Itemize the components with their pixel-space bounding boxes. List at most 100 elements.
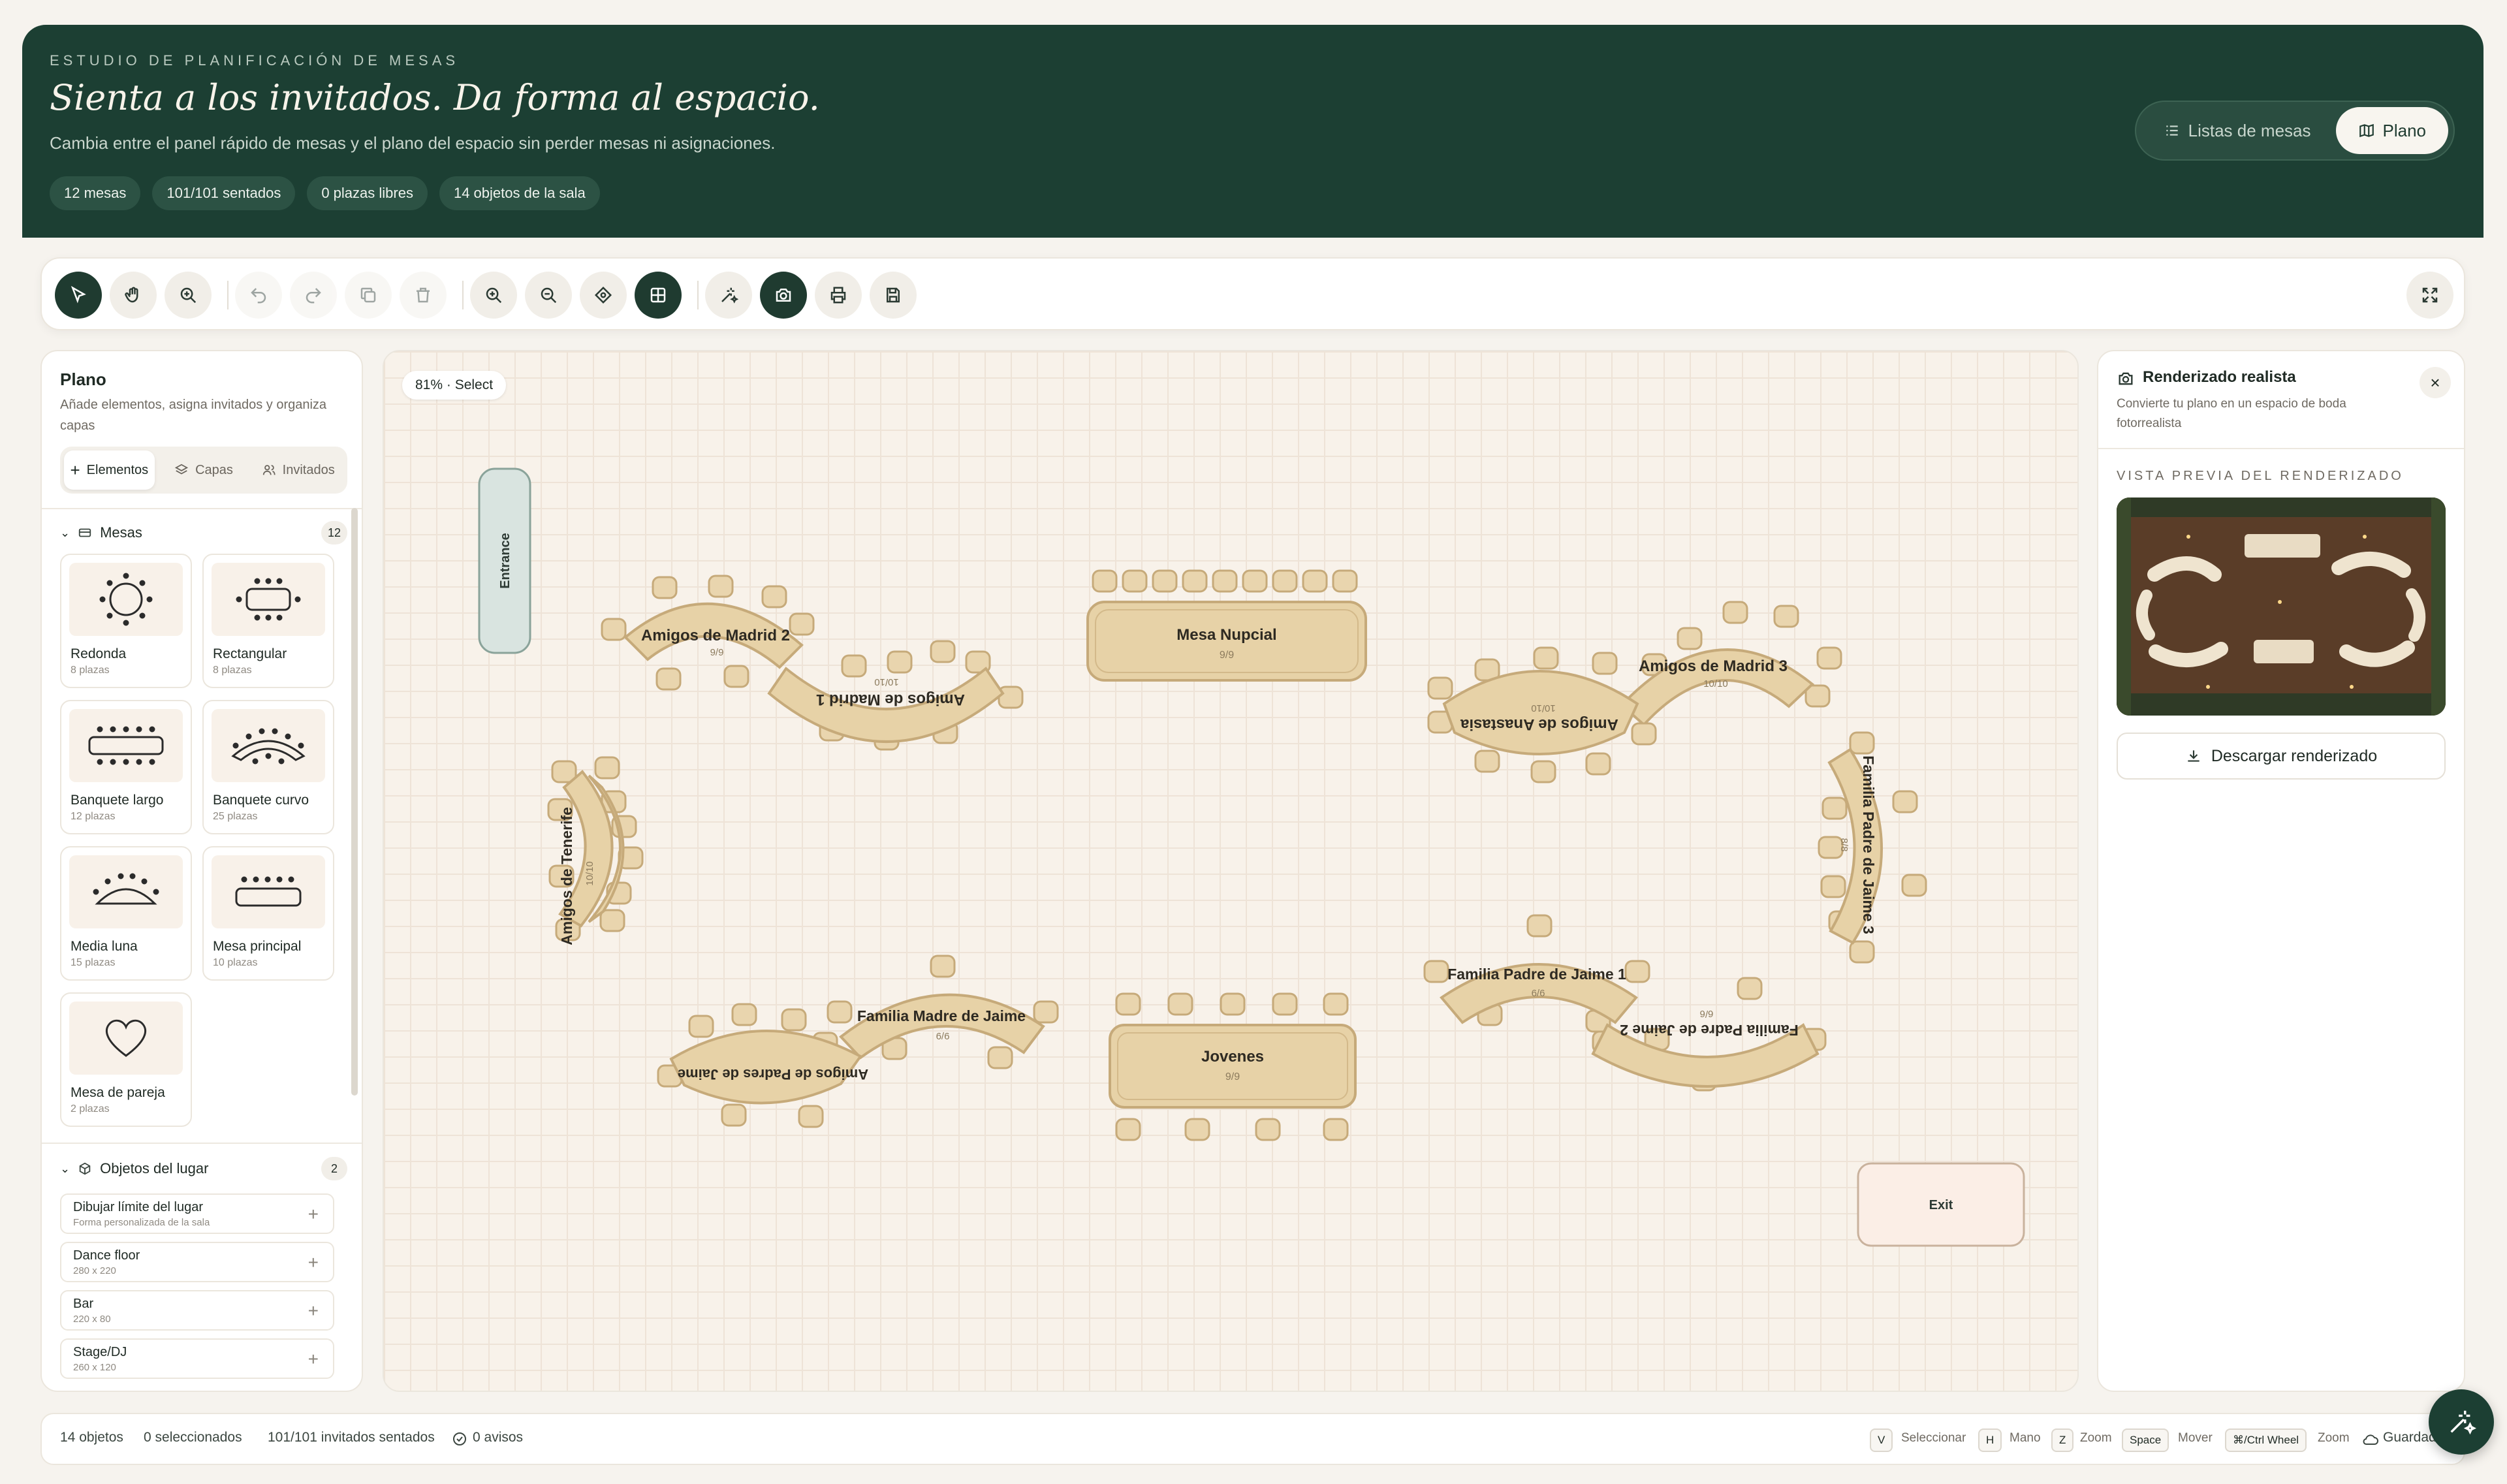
plus-icon[interactable]: + (308, 1204, 319, 1225)
table-amigos-de-madrid-2[interactable]: Amigos de Madrid 2 9/9 (601, 575, 815, 691)
elements-panel: Plano Añade elementos, asigna invitados … (40, 350, 363, 1392)
tables-section-header[interactable]: ⌄ Mesas 12 (60, 520, 347, 546)
panel-title: Plano (60, 370, 106, 389)
table-type-seats: 25 plazas (213, 811, 258, 822)
render-camera-button[interactable] (760, 272, 807, 319)
download-render-button[interactable]: Descargar renderizado (2117, 733, 2446, 780)
table-type-seats: 12 plazas (71, 811, 116, 822)
objects-section-header[interactable]: ⌄ Objetos del lugar 2 (60, 1156, 347, 1182)
shortcut-label: Zoom (2318, 1431, 2350, 1445)
grid-toggle-button[interactable] (635, 272, 682, 319)
entrance-label: Entrance (498, 533, 512, 589)
entrance-object[interactable]: Entrance (478, 467, 531, 654)
floor-plan-canvas[interactable]: Entrance Exit Mesa Nupcial 9/9 Jovenes 9… (383, 350, 2079, 1392)
hand-tool-button[interactable] (110, 272, 157, 319)
tab-elements[interactable]: + Elementos (64, 450, 155, 490)
table-jovenes[interactable]: Jovenes 9/9 (1109, 992, 1357, 1141)
undo-icon (251, 288, 266, 304)
object-item-venue-boundary[interactable]: Dibujar límite del lugar Forma personali… (60, 1193, 334, 1234)
object-item-bar[interactable]: Bar 220 x 80 + (60, 1290, 334, 1331)
print-button[interactable] (815, 272, 862, 319)
table-type-curved-banquet[interactable]: Banquete curvo 25 plazas (202, 700, 334, 834)
exit-object[interactable]: Exit (1857, 1162, 2025, 1247)
zoom-mode-indicator: 81% · Select (402, 371, 507, 400)
long-banquet-icon (69, 709, 183, 782)
table-amigos-de-madrid-3[interactable]: Amigos de Madrid 3 10/10 (1620, 601, 1842, 727)
table-familia-padre-de-jaime-1[interactable]: Familia Padre de Jaime 1 6/6 (1423, 914, 1650, 1033)
table-type-half-moon[interactable]: Media luna 15 plazas (60, 846, 192, 981)
plus-icon[interactable]: + (308, 1252, 319, 1273)
cursor-icon (71, 285, 86, 304)
head-table-icon (212, 855, 325, 928)
toolbar-divider (462, 281, 464, 309)
list-icon (2166, 125, 2178, 136)
table-name: Familia Padre de Jaime 3 (1860, 755, 1877, 934)
object-item-dance-floor[interactable]: Dance floor 280 x 220 + (60, 1242, 334, 1282)
view-lists-button[interactable]: Listas de mesas (2141, 107, 2333, 154)
table-name: Familia Madre de Jaime (857, 1007, 1026, 1024)
panel-scrollbar[interactable] (351, 508, 358, 1096)
table-type-name: Mesa de pareja (71, 1085, 165, 1100)
assistant-fab-button[interactable] (2429, 1389, 2494, 1455)
table-type-round[interactable]: Redonda 8 plazas (60, 554, 192, 688)
table-type-name: Banquete curvo (213, 793, 309, 808)
table-seats: 6/6 (1532, 988, 1545, 999)
layers-icon (174, 464, 189, 475)
select-tool-button[interactable] (55, 272, 102, 319)
duplicate-button[interactable] (345, 272, 392, 319)
zoom-tool-button[interactable] (165, 272, 212, 319)
plus-icon[interactable]: + (308, 1301, 319, 1321)
table-amigos-de-madrid-1[interactable]: Amigos de Madrid 1 10/10 (767, 640, 1024, 751)
table-mesa-nupcial[interactable]: Mesa Nupcial 9/9 (1086, 569, 1367, 682)
zoom-out-button[interactable] (525, 272, 572, 319)
table-name: Amigos de Madrid 3 (1639, 657, 1788, 675)
object-item-stage-dj[interactable]: Stage/DJ 260 x 120 + (60, 1338, 334, 1379)
table-type-rectangular[interactable]: Rectangular 8 plazas (202, 554, 334, 688)
fullscreen-button[interactable] (2406, 272, 2453, 319)
table-type-head-table[interactable]: Mesa principal 10 plazas (202, 846, 334, 981)
box-icon (79, 1162, 91, 1175)
table-seats: 6/6 (936, 1031, 950, 1042)
status-selected: 0 seleccionados (144, 1430, 242, 1445)
table-name: Familia Padre de Jaime 2 (1620, 1022, 1799, 1039)
chevron-down-icon: ⌄ (60, 1161, 71, 1175)
object-name: Dance floor (73, 1248, 140, 1263)
table-name: Jovenes (1201, 1048, 1264, 1066)
status-objects: 14 objetos (60, 1430, 123, 1445)
table-type-long-banquet[interactable]: Banquete largo 12 plazas (60, 700, 192, 834)
table-amigos-de-tenerife[interactable]: Amigos de Tenerife 10/10 (547, 756, 644, 945)
stat-free-seats: 0 plazas libres (307, 176, 428, 210)
close-icon[interactable]: × (2420, 367, 2451, 398)
fit-view-button[interactable] (580, 272, 627, 319)
redo-button[interactable] (290, 272, 337, 319)
status-bar: 14 objetos 0 seleccionados 101/101 invit… (40, 1413, 2465, 1465)
table-amigos-de-anastasia[interactable]: Amigos de Anastasia 10/10 (1427, 646, 1657, 783)
table-seats: 9/9 (1220, 650, 1234, 661)
table-type-seats: 10 plazas (213, 957, 258, 968)
table-seats: 10/10 (874, 676, 899, 687)
magic-arrange-button[interactable] (705, 272, 752, 319)
undo-button[interactable] (235, 272, 282, 319)
table-familia-padre-de-jaime-3[interactable]: Familia Padre de Jaime 3 8/8 (1818, 731, 1927, 964)
panel-divider (2098, 448, 2464, 449)
status-warnings: 0 avisos (473, 1430, 524, 1445)
save-button[interactable] (870, 272, 917, 319)
objects-count-badge: 2 (321, 1157, 347, 1180)
render-panel-title: Renderizado realista (2143, 368, 2296, 386)
delete-button[interactable] (400, 272, 447, 319)
plus-icon: + (70, 460, 80, 480)
table-type-name: Mesa principal (213, 939, 302, 954)
table-name: Familia Padre de Jaime 1 (1447, 966, 1626, 983)
tab-guests[interactable]: Invitados (253, 450, 343, 490)
plus-icon[interactable]: + (308, 1349, 319, 1370)
table-type-seats: 8 plazas (213, 665, 252, 676)
view-toggle: Listas de mesas Plano (2134, 101, 2455, 161)
table-seats: 6/6 (1700, 1008, 1714, 1019)
page-subtitle: Cambia entre el panel rápido de mesas y … (50, 133, 776, 153)
tab-layers[interactable]: Capas (159, 450, 249, 490)
view-plan-button[interactable]: Plano (2335, 107, 2448, 154)
zoom-in-button[interactable] (470, 272, 517, 319)
table-type-couple[interactable]: Mesa de pareja 2 plazas (60, 992, 192, 1127)
tables-count-badge: 12 (321, 521, 347, 545)
table-familia-madre-de-jaime[interactable]: Familia Madre de Jaime 6/6 (827, 955, 1059, 1069)
